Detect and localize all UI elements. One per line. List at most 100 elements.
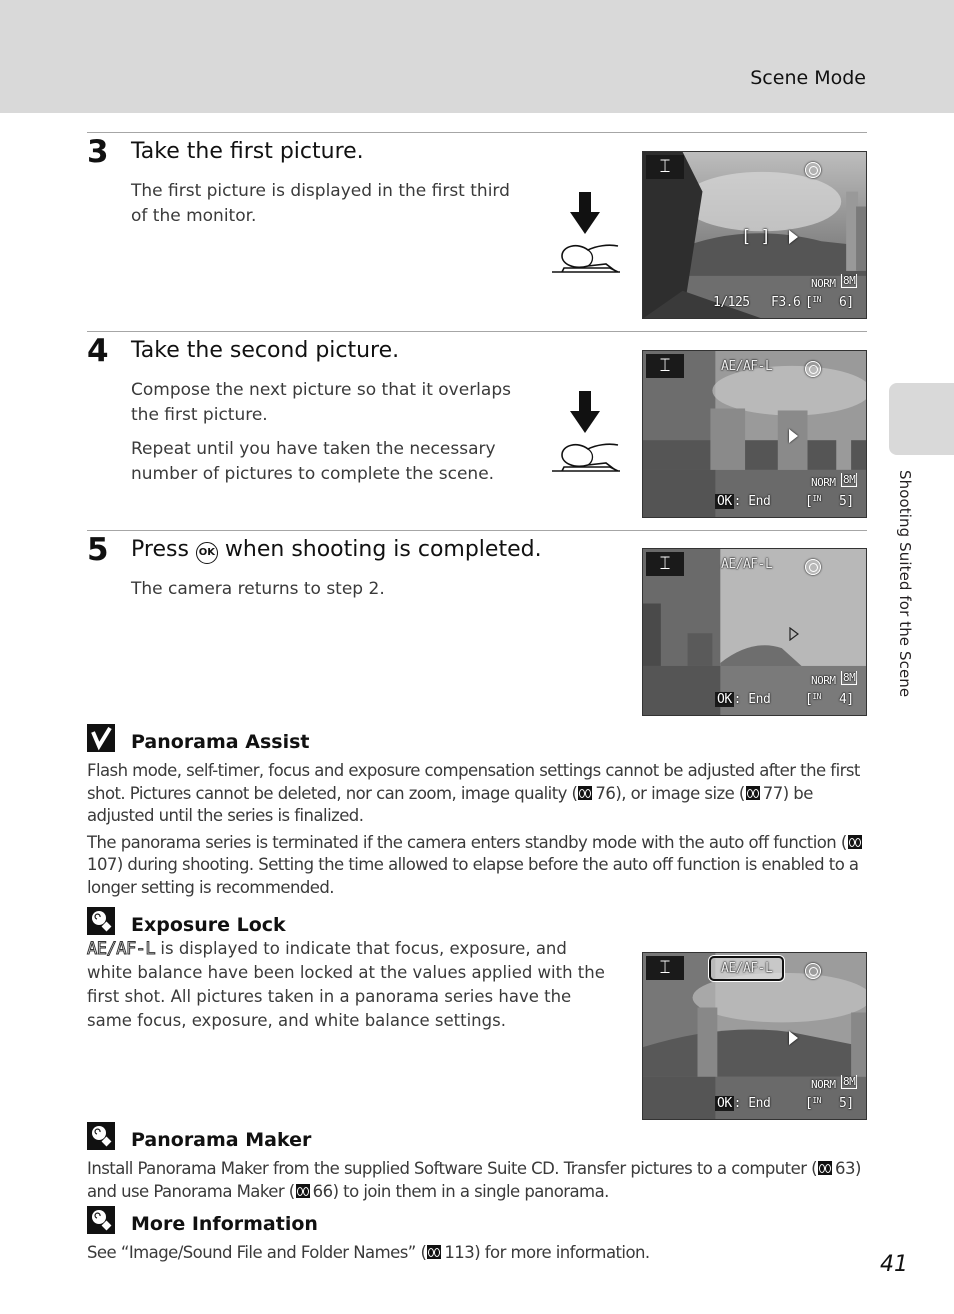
page-number: 41 <box>880 1252 908 1277</box>
note-paragraph: Install Panorama Maker from the supplied… <box>87 1159 861 1201</box>
note-body: See “Image/Sound File and Folder Names” … <box>87 1242 867 1265</box>
ae-af-lock-indicator: AE/AF-L <box>721 557 773 572</box>
note-header: Panorama Maker <box>87 1122 867 1152</box>
step-number: 5 <box>87 532 109 568</box>
panorama-assist-icon: ⌶ <box>646 956 684 980</box>
step-body: The camera returns to step 2. <box>131 577 531 611</box>
image-quality: NORM <box>811 1078 836 1091</box>
end-hint: OK: End <box>715 494 771 509</box>
exposures-remaining: 6] <box>839 295 854 310</box>
step-paragraph: The camera returns to step 2. <box>131 579 385 599</box>
page-link[interactable]: 107 <box>87 855 117 874</box>
exposures-remaining: 4] <box>839 692 854 707</box>
header-band <box>0 0 954 113</box>
ae-af-lock-glyph: AE/AF-L <box>86 939 156 960</box>
divider <box>87 132 867 133</box>
page-reference-icon <box>578 785 593 800</box>
note-title: More Information <box>131 1213 318 1235</box>
exposures-remaining: 5] <box>839 1096 854 1111</box>
page-reference-icon <box>295 1183 310 1198</box>
note-paragraph: The panorama series is terminated if the… <box>87 832 867 900</box>
image-quality: NORM <box>811 674 836 687</box>
panorama-assist-icon: ⌶ <box>646 155 684 179</box>
step-paragraph: The first picture is displayed in the fi… <box>131 181 510 226</box>
note-header: Exposure Lock <box>87 907 607 937</box>
image-quality: NORM <box>811 476 836 489</box>
note-exposure-lock: Exposure Lock AE/AF-L is displayed to in… <box>86 907 607 1037</box>
note-panorama-assist: Panorama Assist Flash mode, self-timer, … <box>87 724 867 903</box>
page-reference-icon <box>847 834 862 849</box>
memory-indicator: [IN <box>805 295 821 310</box>
aperture: F3.6 <box>771 295 801 310</box>
vibration-reduction-icon <box>805 361 821 377</box>
shutter-press-icon <box>552 391 620 472</box>
step-title: Take the second picture. <box>131 338 400 363</box>
image-size: 8M <box>841 473 858 487</box>
note-panorama-maker: Panorama Maker Install Panorama Maker fr… <box>87 1122 867 1207</box>
divider <box>87 331 867 332</box>
image-size: 8M <box>841 1075 858 1089</box>
note-more-information: More Information See “Image/Sound File a… <box>87 1206 867 1269</box>
ok-button-glyph: OK <box>715 494 734 509</box>
step-number: 4 <box>87 333 109 369</box>
vibration-reduction-icon <box>805 162 821 178</box>
end-hint: OK: End <box>715 1096 771 1111</box>
pan-direction-arrow-outline <box>789 627 799 641</box>
ok-button-glyph: OK <box>715 1096 734 1111</box>
image-quality: NORM <box>811 277 836 290</box>
note-title: Exposure Lock <box>131 914 286 936</box>
page-link[interactable]: 63 <box>835 1159 855 1178</box>
ae-af-lock-indicator: AE/AF-L <box>721 359 773 374</box>
tip-bulb-icon <box>87 1122 115 1150</box>
panorama-assist-icon: ⌶ <box>646 552 684 576</box>
shutter-press-icon <box>552 192 620 273</box>
checkmark-caution-icon <box>87 724 115 752</box>
note-paragraph: See “Image/Sound File and Folder Names” … <box>87 1243 650 1262</box>
memory-indicator: [IN <box>805 1096 821 1111</box>
image-size: 8M <box>841 274 858 288</box>
panorama-assist-icon: ⌶ <box>646 354 684 378</box>
note-header: More Information <box>87 1206 867 1236</box>
end-hint: OK: End <box>715 692 771 707</box>
step-paragraph: Compose the next picture so that it over… <box>131 380 511 425</box>
note-title: Panorama Maker <box>131 1129 312 1151</box>
tip-bulb-icon <box>87 907 115 935</box>
pan-direction-arrow <box>789 230 798 244</box>
note-body: Install Panorama Maker from the supplied… <box>87 1158 867 1203</box>
ae-af-lock-indicator-highlighted: AE/AF-L <box>709 956 785 981</box>
page-link[interactable]: 77 <box>763 784 783 803</box>
ok-button-glyph: OK <box>715 692 734 707</box>
memory-indicator: [IN <box>805 692 821 707</box>
note-title: Panorama Assist <box>131 731 310 753</box>
focus-area-brackets: [ ] <box>741 227 771 247</box>
page-reference-icon <box>745 785 760 800</box>
step-title: Press OK when shooting is completed. <box>131 537 542 564</box>
ok-button-icon: OK <box>195 542 218 564</box>
side-tab-label: Shooting Suited for the Scene <box>896 470 914 698</box>
step-paragraph: Repeat until you have taken the necessar… <box>131 439 496 484</box>
camera-monitor-step-5: ⌶ AE/AF-L NORM 8M OK: End [IN 4] <box>642 548 867 716</box>
vibration-reduction-icon <box>805 559 821 575</box>
note-paragraph: AE/AF-L is displayed to indicate that fo… <box>86 939 605 1031</box>
image-size: 8M <box>841 671 858 685</box>
camera-monitor-step-4: ⌶ AE/AF-L NORM 8M OK: End [IN 5] <box>642 350 867 518</box>
page-link[interactable]: 76 <box>595 784 615 803</box>
step-body: The first picture is displayed in the fi… <box>131 179 531 238</box>
page-reference-icon <box>818 1161 833 1175</box>
side-tab-marker <box>889 383 954 455</box>
step-title: Take the first picture. <box>131 139 364 164</box>
camera-monitor-step-3: ⌶ [ ] NORM 8M 1/125 F3.6 [IN 6] <box>642 151 867 319</box>
note-body: Flash mode, self-timer, focus and exposu… <box>87 760 867 899</box>
memory-indicator: [IN <box>805 494 821 509</box>
note-header: Panorama Assist <box>87 724 867 754</box>
page-link[interactable]: 113 <box>444 1243 474 1262</box>
pan-direction-arrow <box>789 429 798 443</box>
pan-direction-arrow <box>789 1031 798 1045</box>
note-paragraph: Flash mode, self-timer, focus and exposu… <box>87 761 860 825</box>
section-title: Scene Mode <box>750 67 866 89</box>
camera-monitor-exposure-lock: ⌶ AE/AF-L NORM 8M OK: End [IN 5] <box>642 952 867 1120</box>
page-link[interactable]: 66 <box>313 1182 333 1201</box>
step-body: Compose the next picture so that it over… <box>131 378 521 496</box>
step-number: 3 <box>87 134 109 170</box>
note-body: AE/AF-L is displayed to indicate that fo… <box>86 937 607 1033</box>
